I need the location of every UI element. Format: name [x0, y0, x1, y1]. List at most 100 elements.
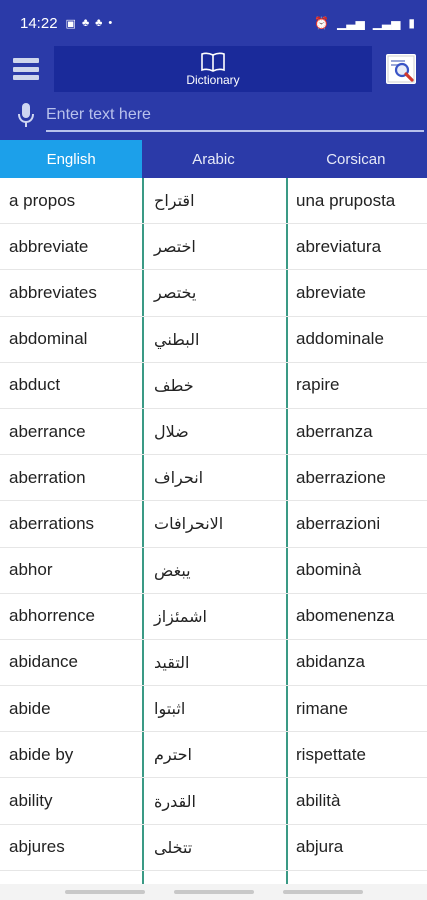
battery-icon: ▮: [408, 16, 415, 30]
corsican-word: aberrazioni: [286, 501, 427, 547]
english-word: abide by: [9, 744, 74, 764]
tab-arabic[interactable]: Arabic: [142, 140, 284, 178]
arabic-word: اشمئزاز: [142, 593, 286, 639]
search-input[interactable]: [46, 104, 424, 126]
arabic-word-text: تتخلى: [154, 837, 193, 857]
arabic-word: القدرة: [142, 778, 286, 824]
table-row[interactable]: abbreviates يختصر abreviate: [0, 270, 427, 317]
english-word: abhor: [9, 560, 53, 580]
english-word: abduct: [9, 375, 61, 395]
arabic-word-text: البطني: [154, 329, 200, 349]
corsican-word: rispettate: [286, 732, 427, 778]
english-word: abdominal: [9, 329, 88, 349]
table-row[interactable]: abdominal البطني addominale: [0, 316, 427, 363]
english-word: abhorrence: [9, 606, 96, 626]
table-row[interactable]: abbreviate اختصر abreviatura: [0, 224, 427, 271]
table-row[interactable]: abide by احترم rispettate: [0, 732, 427, 779]
corsican-word: rapire: [286, 362, 427, 408]
table-row[interactable]: abduct خطف rapire: [0, 362, 427, 409]
english-word: abjures: [9, 837, 65, 857]
table-row[interactable]: abhor يبغض abominà: [0, 547, 427, 594]
arabic-word-text: خطف: [154, 375, 194, 395]
table-row[interactable]: aberrations الانحرافات aberrazioni: [0, 501, 427, 548]
microphone-icon: [18, 103, 34, 127]
notification-icon: ♣: [81, 17, 90, 29]
book-icon: [201, 52, 225, 72]
translation-table: a propos اقتراح una pruposta abbreviate …: [0, 178, 427, 884]
english-word: a propos: [9, 190, 76, 210]
corsican-word: abreviate: [286, 270, 427, 316]
arabic-word: اقتراح: [142, 178, 286, 224]
tab-english[interactable]: English: [0, 140, 143, 178]
signal-icon: ▁▃▅: [372, 16, 401, 30]
menu-icon: [13, 58, 39, 80]
status-bar: 14:22 ▣ ♣ ♣ • ⏰ ▁▃▅ ▁▃▅ ▮: [0, 0, 427, 46]
arabic-word: يختصر: [142, 270, 286, 316]
english-word: abide: [9, 698, 51, 718]
corsican-word: aberrazione: [286, 455, 427, 501]
arabic-word-text: انحراف: [154, 468, 204, 488]
signal-icon: ▁▃▅: [337, 16, 365, 30]
arabic-word: انحراف: [142, 455, 286, 501]
arabic-word: ضلال: [142, 408, 286, 455]
english-word: ability: [9, 791, 53, 811]
system-nav-bar: [0, 884, 427, 900]
search-bar: [0, 92, 427, 140]
table-row[interactable]: aberrance ضلال aberranza: [0, 408, 427, 456]
arabic-word: [142, 870, 286, 884]
app-bar: Dictionary: [0, 46, 427, 92]
arabic-word-text: التقيد: [154, 652, 190, 672]
arabic-word: تتخلى: [142, 824, 286, 870]
arabic-word: احترم: [142, 732, 286, 778]
arabic-word: الانحرافات: [142, 501, 286, 547]
table-row[interactable]: aberration انحراف aberrazione: [0, 455, 427, 502]
arabic-word-text: اقتراح: [154, 191, 195, 211]
arabic-word-text: الانحرافات: [154, 514, 224, 534]
table-row[interactable]: a propos اقتراح una pruposta: [0, 178, 427, 225]
dictionary-search-button[interactable]: [375, 46, 427, 92]
arabic-word: اثبتوا: [142, 686, 286, 732]
image-icon: ▣: [65, 17, 76, 30]
status-icons-left: ▣ ♣ ♣ •: [66, 17, 113, 30]
corsican-word: una pruposta: [286, 178, 427, 224]
english-word: abbreviate: [9, 236, 89, 256]
corsican-word: abilità: [286, 778, 427, 824]
arabic-word-text: يختصر: [154, 283, 197, 303]
table-row[interactable]: abhorrence اشمئزاز abomenenza: [0, 593, 427, 640]
dictionary-search-icon: [386, 54, 416, 84]
table-row-partial: [0, 870, 427, 884]
english-word: abidance: [9, 652, 79, 672]
table-row[interactable]: abide اثبتوا rimane: [0, 686, 427, 733]
home-button[interactable]: [173, 890, 254, 894]
table-row[interactable]: ability القدرة abilità: [0, 778, 427, 825]
corsican-word: abjura: [286, 824, 427, 870]
tab-corsican[interactable]: Corsican: [285, 140, 427, 178]
arabic-word: يبغض: [142, 547, 286, 593]
arabic-word-text: اختصر: [154, 237, 196, 257]
arabic-word-text: يبغض: [154, 560, 191, 580]
back-button[interactable]: [282, 890, 363, 894]
english-word: aberration: [9, 467, 86, 487]
notification-icon: ♣: [95, 17, 103, 29]
corsican-word: abreviatura: [286, 224, 427, 270]
alarm-icon: ⏰: [314, 16, 330, 30]
recents-button[interactable]: [64, 890, 145, 894]
table-row[interactable]: abjures تتخلى abjura: [0, 824, 427, 871]
status-time: 14:22: [20, 14, 58, 32]
mic-button[interactable]: [12, 100, 40, 130]
english-word: abbreviates: [9, 282, 97, 302]
english-word: aberrations: [9, 513, 95, 533]
arabic-word-text: اشمئزاز: [154, 606, 207, 626]
status-icons-right: ⏰ ▁▃▅ ▁▃▅ ▮: [314, 16, 415, 30]
table-row[interactable]: abidance التقيد abidanza: [0, 639, 427, 687]
search-underline: [46, 130, 424, 132]
corsican-word: rimane: [286, 686, 427, 732]
english-word: aberrance: [9, 421, 86, 441]
arabic-word-text: احترم: [154, 745, 192, 765]
corsican-word: abominà: [286, 547, 427, 593]
menu-button[interactable]: [0, 46, 52, 92]
corsican-word: abidanza: [286, 639, 427, 686]
app-title: Dictionary: [186, 72, 240, 87]
arabic-word: خطف: [142, 362, 286, 408]
dot-icon: •: [108, 17, 113, 29]
